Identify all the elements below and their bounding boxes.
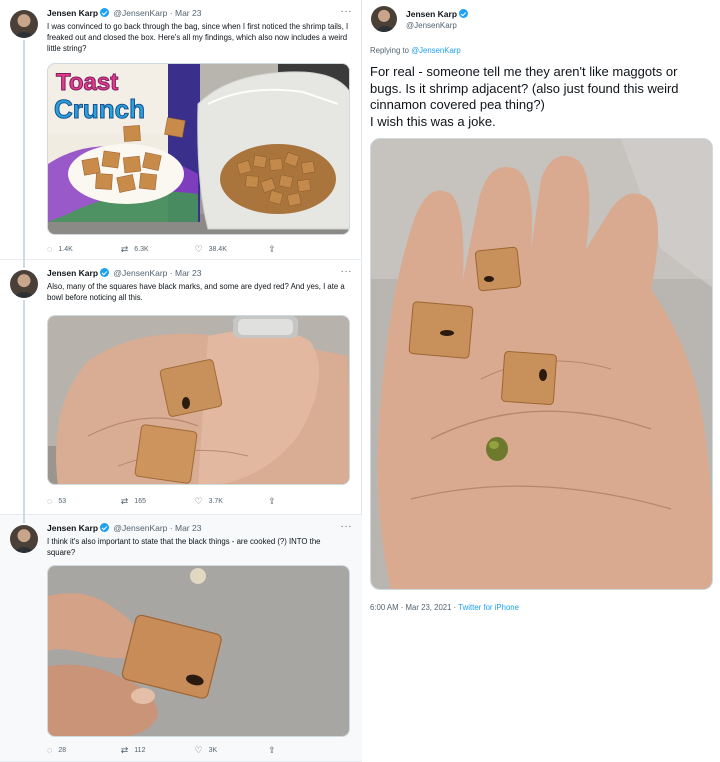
like-icon: ♡ — [194, 744, 203, 755]
reply-button[interactable]: ◌ 53 — [47, 495, 121, 507]
thread-connector-top — [23, 260, 25, 268]
cereal-box-photo: Toast Crunch — [48, 64, 349, 234]
avatar[interactable] — [371, 6, 397, 32]
verified-badge-icon — [459, 9, 469, 18]
thread-column: Jensen Karp @JensenKarp · Mar 23 ··· I w… — [0, 0, 362, 762]
replying-to-link[interactable]: @JensenKarp — [411, 46, 461, 55]
like-count: 3K — [208, 746, 218, 754]
reply-count: 53 — [58, 497, 67, 505]
tweet-date[interactable]: Mar 23 — [175, 268, 201, 278]
author-handle[interactable]: @JensenKarp — [113, 268, 167, 278]
author-handle[interactable]: @JensenKarp — [113, 8, 167, 18]
tweet-text: I was convinced to go back through the b… — [47, 22, 349, 53]
like-icon: ♡ — [194, 243, 203, 254]
tweet-actions: ◌ 53 ⇄ 165 ♡ 3.7K ⇪ — [47, 495, 342, 507]
like-count: 3.7K — [208, 497, 223, 505]
more-icon[interactable]: ··· — [341, 6, 353, 17]
thread-tweet-2[interactable]: Jensen Karp @JensenKarp · Mar 23 ··· Als… — [0, 260, 362, 517]
tweet-meta: 6:00 AM · Mar 23, 2021 · Twitter for iPh… — [370, 603, 519, 612]
retweet-button[interactable]: ⇄ 112 — [121, 744, 195, 756]
retweet-button[interactable]: ⇄ 6.3K — [121, 243, 195, 255]
tweet-media-pinched-square[interactable] — [47, 565, 350, 737]
tweet-client[interactable]: Twitter for iPhone — [458, 603, 519, 612]
share-icon: ⇪ — [268, 243, 276, 254]
reply-icon: ◌ — [47, 744, 53, 755]
more-icon[interactable]: ··· — [341, 521, 353, 532]
tweet-media-hand-squares[interactable] — [47, 315, 350, 485]
separator: · — [169, 8, 173, 18]
like-icon: ♡ — [194, 495, 203, 506]
tweet-date[interactable]: Mar 23 — [175, 8, 201, 18]
like-button[interactable]: ♡ 3.7K — [195, 495, 269, 507]
tweet-media-hand-pea[interactable] — [370, 138, 713, 590]
like-button[interactable]: ♡ 38.4K — [195, 243, 269, 255]
meta-separator: · — [453, 603, 457, 612]
thread-connector — [23, 40, 25, 262]
separator: · — [169, 268, 173, 278]
author-name[interactable]: Jensen Karp — [47, 8, 98, 18]
tweet-text-line: For real - someone tell me they aren't l… — [370, 64, 678, 79]
author-handle[interactable]: @JensenKarp — [113, 523, 167, 533]
author-name-text: Jensen Karp — [406, 9, 458, 19]
replying-to: Replying to @JensenKarp — [370, 46, 461, 55]
tweet-text: For real - someone tell me they aren't l… — [370, 64, 715, 130]
retweet-count: 165 — [134, 497, 146, 505]
tweet-date[interactable]: Mar 23 — [175, 523, 201, 533]
hand-photo-2 — [371, 139, 712, 589]
tweet-header: Jensen Karp @JensenKarp · Mar 23 ··· — [47, 266, 353, 282]
retweet-icon: ⇄ — [120, 243, 129, 254]
share-icon: ⇪ — [268, 495, 276, 506]
reply-icon: ◌ — [47, 243, 53, 254]
reply-button[interactable]: ◌ 28 — [47, 744, 121, 756]
avatar[interactable] — [10, 270, 38, 298]
thread-connector — [23, 300, 25, 517]
author-name[interactable]: Jensen Karp — [47, 523, 98, 533]
tweet-text-line: I wish this was a joke. — [370, 113, 496, 129]
tweet-text-line: bugs. Is it shrimp adjacent? (also just … — [370, 80, 679, 96]
focused-tweet: Jensen Karp @JensenKarp Replying to @Jen… — [362, 0, 720, 762]
thread-tweet-3[interactable]: Jensen Karp @JensenKarp · Mar 23 ··· I t… — [0, 515, 362, 762]
retweet-count: 6.3K — [134, 245, 149, 253]
tweet-text: I think it's also important to state tha… — [47, 537, 321, 557]
retweet-button[interactable]: ⇄ 165 — [121, 495, 195, 507]
thread-connector-top — [23, 515, 25, 523]
share-button[interactable]: ⇪ — [268, 495, 342, 507]
replying-to-label: Replying to — [370, 46, 410, 55]
verified-badge-icon — [100, 268, 110, 277]
author-handle[interactable]: @JensenKarp — [406, 21, 457, 30]
author-name[interactable]: Jensen Karp — [406, 9, 470, 19]
avatar[interactable] — [10, 10, 38, 38]
reply-button[interactable]: ◌ 1.4K — [47, 243, 121, 255]
pinched-square-photo — [48, 566, 349, 736]
share-icon: ⇪ — [268, 744, 276, 755]
tweet-actions: ◌ 1.4K ⇄ 6.3K ♡ 38.4K ⇪ — [47, 243, 342, 255]
tweet-media-cereal-box[interactable]: Toast Crunch — [47, 63, 350, 235]
reply-count: 28 — [58, 746, 67, 754]
avatar[interactable] — [10, 525, 38, 553]
retweet-count: 112 — [134, 746, 146, 754]
share-button[interactable]: ⇪ — [268, 744, 342, 756]
hand-photo-1 — [48, 316, 349, 484]
verified-badge-icon — [100, 8, 110, 17]
more-icon[interactable]: ··· — [341, 266, 353, 277]
thread-tweet-1[interactable]: Jensen Karp @JensenKarp · Mar 23 ··· I w… — [0, 0, 362, 262]
reply-icon: ◌ — [47, 495, 53, 506]
tweet-actions: ◌ 28 ⇄ 112 ♡ 3K ⇪ — [47, 744, 342, 756]
tweet-header: Jensen Karp @JensenKarp · Mar 23 ··· — [47, 6, 353, 22]
cereal-logo-text-2: Crunch — [54, 94, 145, 124]
tweet-text: Also, many of the squares have black mar… — [47, 282, 345, 302]
tweet-timestamp[interactable]: 6:00 AM · Mar 23, 2021 — [370, 603, 451, 612]
verified-badge-icon — [100, 523, 110, 532]
separator: · — [169, 523, 173, 533]
share-button[interactable]: ⇪ — [268, 243, 342, 255]
like-count: 38.4K — [208, 245, 227, 253]
retweet-icon: ⇄ — [120, 495, 129, 506]
tweet-header: Jensen Karp @JensenKarp · Mar 23 ··· — [47, 521, 353, 537]
retweet-icon: ⇄ — [120, 744, 129, 755]
like-button[interactable]: ♡ 3K — [195, 744, 269, 756]
cereal-logo-text: Toast — [56, 69, 118, 96]
author-name[interactable]: Jensen Karp — [47, 268, 98, 278]
reply-count: 1.4K — [58, 245, 73, 253]
tweet-text-line: cinnamon covered pea thing?) — [370, 97, 545, 112]
